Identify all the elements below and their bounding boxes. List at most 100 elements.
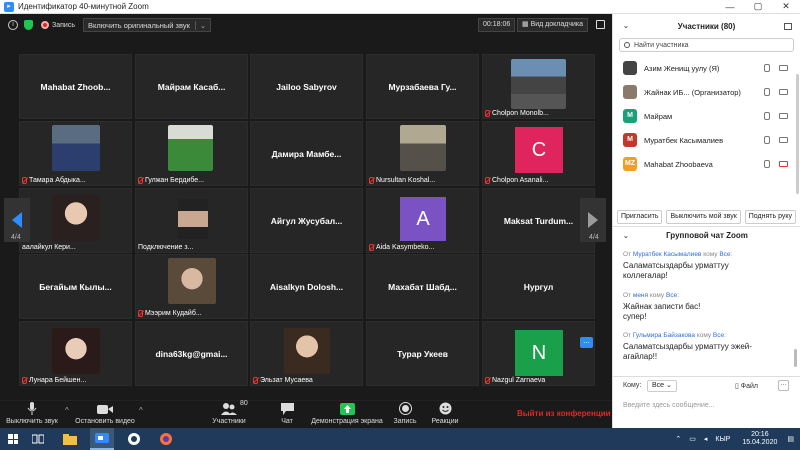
- microphone-icon[interactable]: [764, 64, 770, 72]
- chevron-down-icon[interactable]: ⌄: [194, 20, 206, 30]
- video-tile[interactable]: Nursultan Koshal...: [366, 121, 479, 186]
- muted-mic-icon: [369, 177, 374, 184]
- video-tile[interactable]: Мээрим Кудайб...: [135, 254, 248, 319]
- collapse-chevron-icon[interactable]: ⌄: [623, 232, 629, 240]
- zoom-taskbar-icon[interactable]: [90, 428, 114, 450]
- video-tile[interactable]: Maksat Turdum...: [482, 188, 595, 253]
- video-tile[interactable]: Дамира Мамбе...: [250, 121, 363, 186]
- audio-options-caret[interactable]: ^: [65, 406, 69, 415]
- tile-label: Мээрим Кудайб...: [138, 310, 202, 317]
- participant-row[interactable]: M Муратбек Касымалиев: [613, 128, 800, 152]
- language-indicator[interactable]: КЫР: [715, 436, 730, 443]
- muted-mic-icon: [22, 177, 27, 184]
- video-tile[interactable]: Лунара Бейшен...: [19, 321, 132, 386]
- stop-video-button[interactable]: Остановить видео: [74, 401, 136, 425]
- recipient-select[interactable]: Все ⌄: [647, 380, 677, 392]
- video-tile[interactable]: Подключение з...: [135, 188, 248, 253]
- file-explorer-icon[interactable]: [58, 428, 82, 450]
- video-tile[interactable]: Махабат Шабд...: [366, 254, 479, 319]
- video-tile[interactable]: A Aida Kasymbeko...: [366, 188, 479, 253]
- video-off-icon[interactable]: [779, 161, 788, 167]
- video-tile[interactable]: Майрам Касаб...: [135, 54, 248, 119]
- microphone-icon: [2, 401, 62, 415]
- participant-row[interactable]: M Майрам: [613, 104, 800, 128]
- video-tile[interactable]: dina63kg@gmai...: [135, 321, 248, 386]
- tile-name: Майрам Касаб...: [157, 82, 226, 92]
- video-tile[interactable]: аалайкул Кери...: [19, 188, 132, 253]
- video-tile[interactable]: C Cholpon Asanali...: [482, 121, 595, 186]
- avatar: N: [515, 330, 563, 376]
- microphone-icon[interactable]: [764, 112, 770, 120]
- notification-icon[interactable]: ▤: [787, 435, 794, 443]
- leave-meeting-button[interactable]: Выйти из конференции: [517, 409, 611, 418]
- network-icon[interactable]: ▭: [689, 435, 696, 443]
- video-camera-icon[interactable]: [779, 65, 788, 71]
- video-camera-icon[interactable]: [779, 113, 788, 119]
- volume-icon[interactable]: ◂: [704, 435, 708, 443]
- video-tile[interactable]: Нургул: [482, 254, 595, 319]
- fullscreen-icon[interactable]: [596, 20, 605, 29]
- chat-message-input[interactable]: Введите здесь сообщение...: [623, 402, 715, 409]
- mute-button[interactable]: Выключить звук: [2, 401, 62, 425]
- video-tile[interactable]: Турар Укеев: [366, 321, 479, 386]
- chevron-up-icon[interactable]: ⌃: [675, 435, 681, 443]
- close-button[interactable]: ✕: [772, 1, 800, 12]
- chrome-icon[interactable]: [122, 428, 146, 450]
- video-tile[interactable]: Тамара Абдыка...: [19, 121, 132, 186]
- maximize-button[interactable]: ▢: [744, 1, 772, 12]
- participant-row[interactable]: Азим Женищ уулу (Я): [613, 56, 800, 80]
- microphone-icon[interactable]: [764, 160, 770, 168]
- tile-more-button[interactable]: ...: [580, 337, 593, 348]
- raise-hand-button[interactable]: Поднять руку: [744, 210, 797, 224]
- chat-message-text: агайлар!!: [623, 352, 658, 361]
- microphone-icon[interactable]: [764, 136, 770, 144]
- video-tile[interactable]: Айгул Жусубал...: [250, 188, 363, 253]
- tile-name: Махабат Шабд...: [388, 282, 457, 292]
- participant-search-input[interactable]: Найти участника: [619, 38, 794, 52]
- task-view-icon[interactable]: [26, 428, 50, 450]
- video-camera-icon[interactable]: [779, 137, 788, 143]
- microphone-icon[interactable]: [764, 88, 770, 96]
- video-tile[interactable]: Mahabat Zhoob...: [19, 54, 132, 119]
- video-tile[interactable]: N Nazgul Zarnaeva: [482, 321, 595, 386]
- video-tile[interactable]: Мурзабаева Гу...: [366, 54, 479, 119]
- tile-name: Бегайым Кылы...: [39, 282, 112, 292]
- search-placeholder: Найти участника: [634, 41, 689, 49]
- original-sound-button[interactable]: Включить оригинальный звук ⌄: [82, 18, 212, 32]
- info-icon[interactable]: i: [8, 20, 18, 30]
- minimize-button[interactable]: —: [716, 2, 744, 12]
- video-camera-icon[interactable]: [779, 89, 788, 95]
- video-tile[interactable]: Aisalkyn Dolosh...: [250, 254, 363, 319]
- participant-row[interactable]: MZ Mahabat Zhoobaeva: [613, 152, 800, 176]
- participants-scrollbar[interactable]: [796, 74, 799, 194]
- video-tile[interactable]: Бегайым Кылы...: [19, 254, 132, 319]
- invite-button[interactable]: Пригласить: [617, 210, 663, 224]
- chat-scrollbar[interactable]: [794, 349, 797, 367]
- video-tile[interactable]: Cholpon Monolb...: [482, 54, 595, 119]
- firefox-icon[interactable]: [154, 428, 178, 450]
- tile-name: Aisalkyn Dolosh...: [269, 282, 344, 292]
- video-tile[interactable]: Гулжан Бердибе...: [135, 121, 248, 186]
- video-tile[interactable]: Эльзат Мусаева: [250, 321, 363, 386]
- more-options-icon[interactable]: ...: [778, 380, 789, 391]
- chat-button[interactable]: Чат: [270, 401, 304, 425]
- collapse-chevron-icon[interactable]: ⌄: [623, 22, 629, 30]
- mute-me-button[interactable]: Выключить мой звук: [666, 210, 741, 224]
- popout-icon[interactable]: [784, 22, 792, 30]
- participant-row[interactable]: Жайнак ИБ... (Организатор): [613, 80, 800, 104]
- tile-label-text: Nursultan Koshal...: [376, 177, 436, 184]
- reactions-button[interactable]: Реакции: [426, 401, 464, 425]
- clock[interactable]: 20:16 15.04.2020: [742, 431, 777, 447]
- reactions-label: Реакции: [431, 418, 459, 425]
- video-options-caret[interactable]: ^: [139, 406, 143, 415]
- file-button[interactable]: ▯ Файл: [735, 382, 758, 390]
- tile-label: Nazgul Zarnaeva: [485, 377, 545, 384]
- chat-label: Чат: [281, 418, 293, 425]
- security-shield-icon[interactable]: [24, 20, 33, 30]
- video-tile[interactable]: Jailoo Sabyrov: [250, 54, 363, 119]
- windows-start-icon[interactable]: [8, 434, 18, 444]
- speaker-view-button[interactable]: ▦ Вид докладчика: [517, 18, 589, 32]
- tile-label-text: Эльзат Мусаева: [260, 377, 313, 384]
- record-button[interactable]: Запись: [388, 401, 422, 425]
- share-screen-button[interactable]: Демонстрация экрана: [310, 401, 384, 425]
